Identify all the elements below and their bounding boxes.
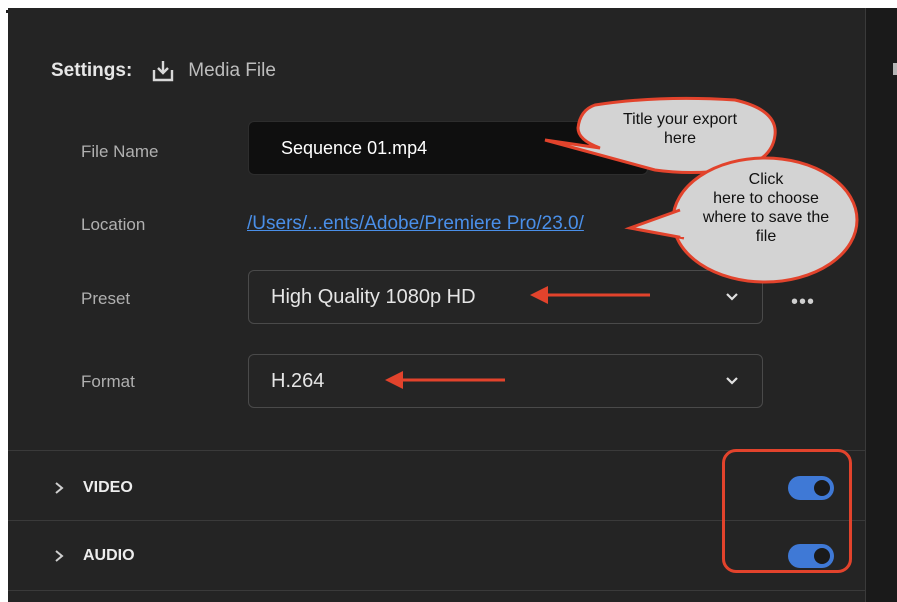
file-name-label: File Name [81, 142, 159, 161]
format-value: H.264 [271, 369, 325, 392]
more-options-button[interactable]: ••• [791, 291, 815, 314]
media-file-label: Media File [188, 60, 276, 81]
left-border [0, 0, 8, 602]
toggle-highlight-box [722, 449, 852, 573]
video-label: VIDEO [83, 479, 133, 496]
preset-select[interactable]: High Quality 1080p HD [248, 270, 763, 324]
preset-value: High Quality 1080p HD [271, 285, 476, 308]
location-callout-text: Click here to choose where to save the f… [702, 171, 830, 245]
audio-label: AUDIO [83, 547, 135, 564]
settings-header: Settings: Media File [51, 56, 276, 86]
divider [8, 590, 865, 591]
location-link[interactable]: /Users/...ents/Adobe/Premiere Pro/23.0/ [247, 213, 584, 235]
format-select[interactable]: H.264 [248, 354, 763, 408]
file-name-input[interactable]: Sequence 01.mp4 [248, 121, 648, 175]
preset-label: Preset [81, 289, 131, 308]
right-panel-edge [866, 8, 897, 602]
chevron-right-icon [55, 482, 64, 494]
settings-title: Settings: [51, 60, 133, 81]
location-label: Location [81, 215, 146, 234]
title-callout-text: Title your export here [622, 111, 738, 147]
chevron-down-icon [726, 377, 738, 385]
chevron-down-icon [726, 293, 738, 301]
chevron-right-icon [55, 550, 64, 562]
download-icon[interactable] [152, 60, 174, 82]
right-edge-mark [893, 63, 897, 75]
format-label: Format [81, 372, 135, 391]
top-border [8, 0, 897, 8]
